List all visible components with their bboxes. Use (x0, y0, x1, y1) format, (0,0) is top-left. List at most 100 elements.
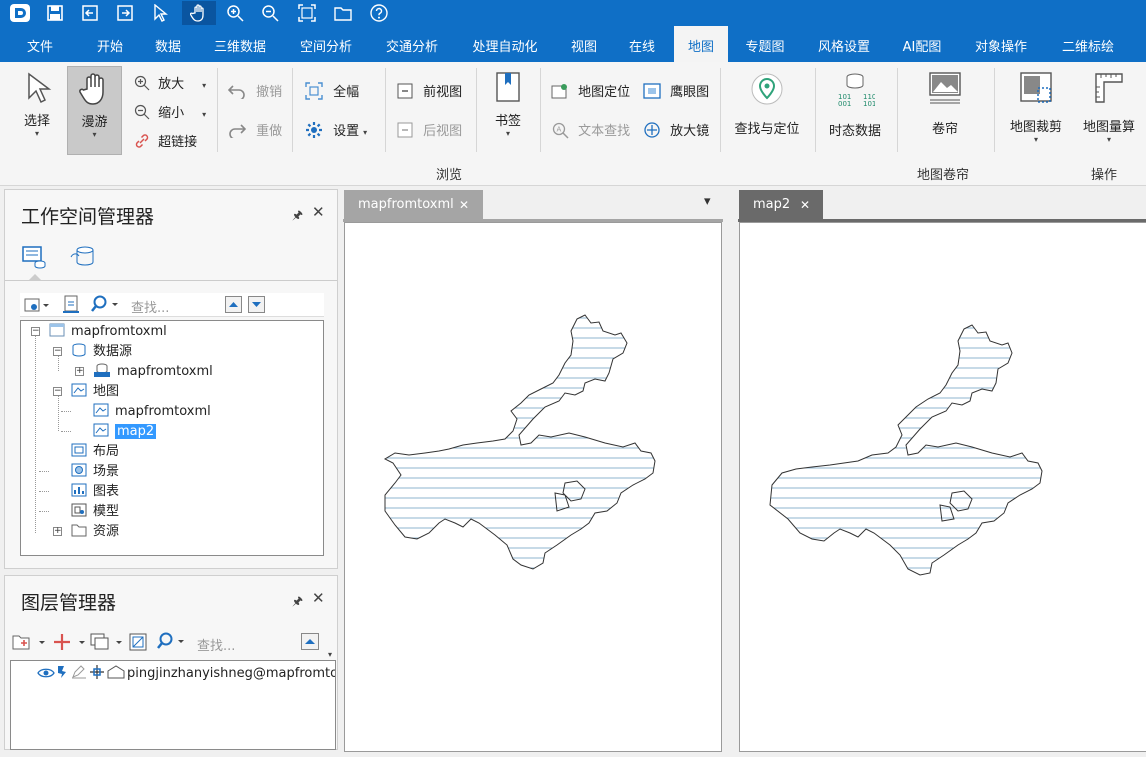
tree-node-maps[interactable]: 地图 (71, 382, 119, 402)
tree-node-map-map2[interactable]: map2 (93, 422, 157, 442)
import-icon[interactable] (75, 1, 105, 25)
find-locate-button[interactable]: 查找与定位 (728, 72, 806, 137)
hyperlink-button[interactable]: 超链接 (134, 131, 197, 150)
search-dropdown-icon[interactable] (90, 295, 120, 317)
close-icon[interactable]: ✕ (312, 203, 325, 221)
temporal-data-button[interactable]: 101 110 001 101 时态数据 (822, 72, 888, 139)
tree-node-charts[interactable]: 图表 (71, 482, 119, 502)
tab-traffic-analysis[interactable]: 交通分析 (377, 26, 447, 62)
tab-thematic-map[interactable]: 专题图 (736, 26, 794, 62)
tab-ai-mapping[interactable]: AI配图 (893, 26, 951, 62)
pan-button[interactable]: 漫游 ▾ (67, 66, 122, 155)
region-polygon[interactable] (383, 314, 656, 570)
export-icon[interactable] (110, 1, 140, 25)
full-extent-icon[interactable] (292, 1, 322, 25)
text-find-button[interactable]: A 文本查找 (551, 120, 630, 139)
search-dropdown-icon[interactable] (156, 632, 186, 654)
tab-list-dropdown[interactable]: ▾ (704, 194, 711, 209)
scroll-up-icon[interactable] (225, 296, 242, 313)
app-logo-icon[interactable] (5, 1, 35, 25)
zoom-in-icon[interactable] (220, 1, 250, 25)
add-icon[interactable] (54, 633, 88, 655)
pan-hand-icon[interactable] (182, 1, 216, 25)
zoom-out-button[interactable]: 缩小 ▾ (134, 102, 206, 121)
swipe-button[interactable]: 卷帘 (918, 70, 972, 137)
tab-start[interactable]: 开始 (84, 26, 136, 62)
select-button[interactable]: 选择 ▾ (14, 70, 60, 138)
tab-automation[interactable]: 处理自动化 (463, 26, 547, 62)
prev-view-button[interactable]: 前视图 (397, 81, 462, 100)
collapse-toggle[interactable]: − (53, 347, 62, 356)
tab-spatial-analysis[interactable]: 空间分析 (291, 26, 361, 62)
eye-dropdown-icon[interactable] (24, 296, 50, 318)
map-clip-button[interactable]: 地图裁剪 ▾ (1004, 70, 1068, 144)
folder-icon[interactable] (328, 1, 358, 25)
map-locate-button[interactable]: 地图定位 (551, 81, 630, 100)
redo-button[interactable]: 重做 (228, 120, 282, 140)
tree-node-workspace[interactable]: mapfromtoxml (49, 322, 167, 342)
add-layer-dropdown-icon[interactable] (12, 633, 46, 655)
pin-icon[interactable]: 🖈 (292, 592, 303, 613)
tree-node-datasources[interactable]: 数据源 (71, 342, 132, 362)
pin-icon[interactable]: 🖈 (292, 206, 303, 227)
close-icon[interactable]: ✕ (800, 190, 810, 220)
close-icon[interactable]: ✕ (312, 589, 325, 607)
close-icon[interactable]: ✕ (459, 190, 469, 220)
tree-node-scenes[interactable]: 场景 (71, 462, 119, 482)
tree-node-map-mapfromtoxml[interactable]: mapfromtoxml (93, 402, 211, 422)
tab-online[interactable]: 在线 (618, 26, 666, 62)
map-measure-button[interactable]: 地图量算 ▾ (1077, 70, 1141, 144)
tree-node-layouts[interactable]: 布局 (71, 442, 119, 462)
workspace-tab-icon[interactable] (21, 245, 47, 273)
tree-node-models[interactable]: 模型 (71, 502, 119, 522)
tab-3d-data[interactable]: 三维数据 (205, 26, 275, 62)
scroll-down-icon[interactable] (248, 296, 265, 313)
help-icon[interactable] (364, 1, 394, 25)
magnifier-button[interactable]: 放大镜 (643, 120, 709, 139)
tab-2d-plotting[interactable]: 二维标绘 (1052, 26, 1124, 62)
open-file-icon[interactable] (62, 295, 80, 317)
workspace-search-input[interactable]: 查找... (131, 297, 169, 316)
scroll-up-icon[interactable] (301, 633, 319, 650)
settings-button[interactable]: 设置 ▾ (305, 120, 367, 139)
tab-data[interactable]: 数据 (142, 26, 194, 62)
selectable-pin-icon[interactable] (55, 665, 71, 686)
map-view-map2[interactable] (739, 222, 1146, 752)
doc-tab-map2[interactable]: map2 ✕ (739, 190, 823, 220)
map-canvas[interactable] (740, 223, 1146, 753)
tree-node-datasource-item[interactable]: mapfromtoxml (93, 362, 213, 382)
full-extent-button[interactable]: 全幅 (305, 81, 359, 100)
tab-style-settings[interactable]: 风格设置 (808, 26, 880, 62)
zoom-in-button[interactable]: 放大 ▾ (134, 73, 206, 92)
tab-file[interactable]: 文件 (14, 26, 66, 62)
region-polygon[interactable] (769, 324, 1043, 576)
overflow-icon[interactable]: ▾ (328, 650, 332, 659)
snap-crosshair-icon[interactable] (89, 665, 107, 686)
database-tab-icon[interactable] (69, 245, 97, 273)
map-view-mapfromtoxml[interactable] (344, 222, 722, 752)
eagle-eye-button[interactable]: 鹰眼图 (643, 81, 709, 100)
layer-row[interactable]: pingjinzhanyishneg@mapfromtoxml (37, 664, 335, 686)
map-canvas[interactable] (345, 223, 723, 753)
ruler-icon (1095, 73, 1123, 103)
tree-node-resources[interactable]: 资源 (71, 522, 119, 542)
pointer-icon[interactable] (145, 1, 175, 25)
visible-eye-icon[interactable] (37, 666, 55, 686)
layer-group-dropdown-icon[interactable] (90, 633, 124, 655)
save-icon[interactable] (40, 1, 70, 25)
zoom-out-icon[interactable] (255, 1, 285, 25)
undo-button[interactable]: 撤销 (227, 81, 282, 101)
tab-object-ops[interactable]: 对象操作 (965, 26, 1037, 62)
bookmark-button[interactable]: 书签 ▾ (484, 70, 532, 138)
next-view-button[interactable]: 后视图 (397, 120, 462, 139)
collapse-toggle[interactable]: − (31, 327, 40, 336)
tab-map[interactable]: 地图 (674, 26, 728, 62)
collapse-toggle[interactable]: − (53, 387, 62, 396)
tab-view[interactable]: 视图 (560, 26, 608, 62)
layer-search-input[interactable]: 查找... (197, 635, 235, 654)
doc-tab-mapfromtoxml[interactable]: mapfromtoxml ✕ (344, 190, 483, 220)
editable-pen-icon[interactable] (71, 665, 89, 686)
expand-toggle[interactable]: + (75, 367, 84, 376)
layer-properties-icon[interactable] (128, 632, 148, 656)
expand-toggle[interactable]: + (53, 527, 62, 536)
